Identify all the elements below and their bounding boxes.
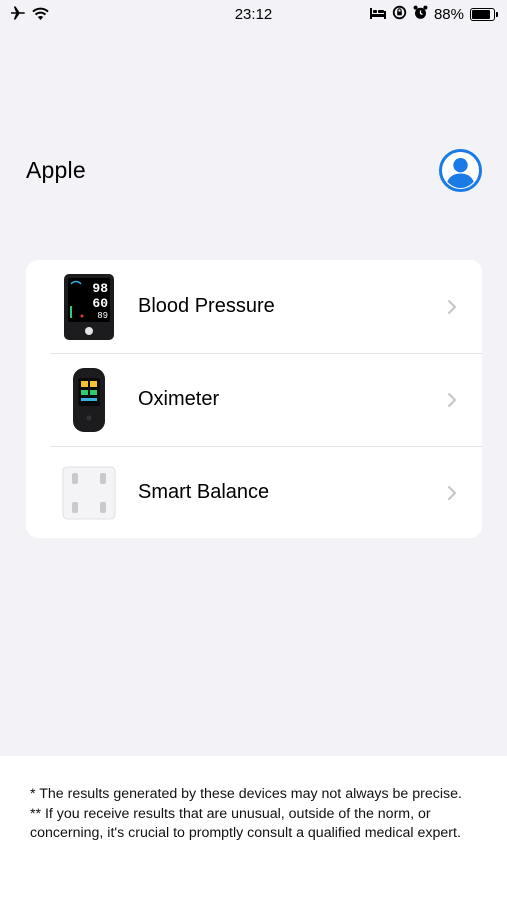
disclaimer-footer: * The results generated by these devices…	[0, 756, 507, 900]
chevron-right-icon	[448, 299, 456, 314]
battery-fill	[472, 9, 491, 19]
airplane-icon	[10, 6, 26, 22]
page-title: Apple	[26, 156, 86, 183]
alarm-icon	[413, 5, 428, 24]
status-right: 88%	[369, 5, 498, 24]
chevron-right-icon	[448, 485, 456, 500]
wifi-icon	[32, 7, 49, 22]
status-left	[10, 6, 49, 22]
device-row-oximeter[interactable]: Oximeter	[26, 353, 482, 446]
device-list: 98 60 89 Blood Pressure Oximeter Smart B…	[26, 260, 482, 538]
device-label: Blood Pressure	[138, 295, 275, 317]
device-label: Oximeter	[138, 388, 220, 410]
bp-reading-pulse: 89	[97, 311, 108, 321]
disclaimer-note-2: ** If you receive results that are unusu…	[30, 805, 461, 842]
bed-icon	[369, 6, 386, 23]
blood-pressure-monitor-icon: 98 60 89	[62, 272, 116, 342]
chevron-right-icon	[448, 392, 456, 407]
battery-text: 88%	[433, 5, 464, 23]
oximeter-icon	[62, 365, 116, 435]
battery-icon	[470, 7, 498, 21]
smart-scale-icon	[62, 458, 116, 528]
device-row-smart-balance[interactable]: Smart Balance	[26, 446, 482, 538]
disclaimer-note-1: * The results generated by these devices…	[30, 786, 462, 802]
device-label: Smart Balance	[138, 481, 270, 503]
profile-button[interactable]	[438, 148, 483, 193]
bp-reading-sys: 98	[92, 281, 108, 296]
rotation-lock-icon	[392, 5, 407, 24]
status-bar: 23:12 88%	[0, 0, 507, 28]
person-circle-icon	[439, 148, 482, 192]
device-row-blood-pressure[interactable]: 98 60 89 Blood Pressure	[26, 260, 482, 353]
header: Apple	[26, 146, 483, 194]
bp-reading-dia: 60	[92, 296, 108, 311]
